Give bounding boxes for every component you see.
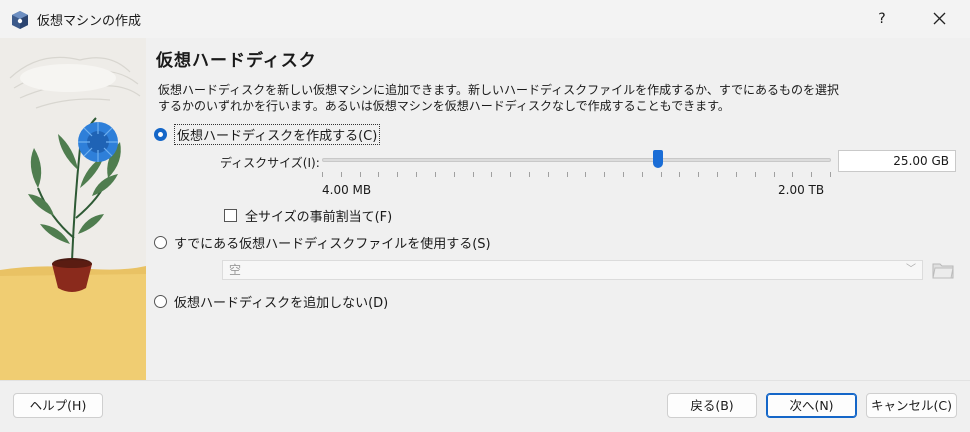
slider-tick <box>698 172 700 177</box>
slider-max-label: 2.00 TB <box>778 183 825 197</box>
slider-tick <box>397 172 399 177</box>
back-button[interactable]: 戻る(B) <box>667 393 757 418</box>
slider-tick <box>453 172 455 177</box>
close-icon <box>933 12 945 25</box>
slider-tick <box>735 172 737 177</box>
slider-tick <box>434 172 436 177</box>
radio-create-disk[interactable]: 仮想ハードディスクを作成する(C) <box>154 124 381 145</box>
radio-create-disk-label: 仮想ハードディスクを作成する(C) <box>174 124 381 145</box>
slider-tick <box>717 172 719 177</box>
chevron-down-icon: ﹀ <box>906 264 916 275</box>
preallocate-checkbox[interactable]: 全サイズの事前割当て(F) <box>224 206 392 225</box>
slider-tick <box>322 172 323 177</box>
slider-track <box>322 158 831 162</box>
radio-existing-disk[interactable]: すでにある仮想ハードディスクファイルを使用する(S) <box>154 233 491 252</box>
slider-tick <box>510 172 512 177</box>
wizard-illustration <box>0 38 146 380</box>
slider-thumb[interactable] <box>652 150 663 168</box>
radio-selected-indicator <box>154 128 167 141</box>
slider-tick <box>660 172 662 177</box>
title-bar: 仮想マシンの作成 ? <box>0 0 970 38</box>
slider-tick <box>547 172 549 177</box>
disk-size-slider[interactable] <box>322 148 831 178</box>
slider-tick <box>472 172 474 177</box>
existing-file-select[interactable]: 空 ﹀ <box>222 260 923 280</box>
radio-no-disk-label: 仮想ハードディスクを追加しない(D) <box>174 296 389 311</box>
window-title: 仮想マシンの作成 <box>37 14 142 29</box>
radio-existing-disk-label: すでにある仮想ハードディスクファイルを使用する(S) <box>174 237 491 252</box>
disk-size-input[interactable]: 25.00 GB <box>838 150 956 172</box>
checkbox-box <box>224 209 237 222</box>
slider-tick <box>604 172 606 177</box>
slider-tick <box>528 172 530 177</box>
disk-size-label: ディスクサイズ(I): <box>220 156 320 170</box>
slider-tick <box>811 172 813 177</box>
existing-file-value: 空 <box>229 263 242 277</box>
slider-tick <box>679 172 681 177</box>
slider-tick <box>585 172 587 177</box>
page-title: 仮想ハードディスク <box>156 51 317 71</box>
radio-indicator <box>154 295 167 308</box>
plant-illustration <box>0 38 146 380</box>
choose-file-button[interactable] <box>931 258 955 282</box>
slider-tick <box>623 172 625 177</box>
slider-tick <box>378 172 380 177</box>
slider-tick <box>340 172 342 177</box>
slider-tick <box>359 172 361 177</box>
help-button[interactable]: ヘルプ(H) <box>13 393 103 418</box>
slider-tick <box>754 172 756 177</box>
slider-tick <box>491 172 493 177</box>
help-title-button[interactable]: ? <box>870 6 894 32</box>
slider-tick <box>641 172 643 177</box>
virtualbox-icon <box>12 11 28 29</box>
slider-tick <box>792 172 794 177</box>
close-button[interactable] <box>926 6 952 32</box>
next-button[interactable]: 次へ(N) <box>766 393 857 418</box>
slider-tick <box>773 172 775 177</box>
cancel-button[interactable]: キャンセル(C) <box>866 393 957 418</box>
folder-icon <box>932 263 954 279</box>
radio-indicator <box>154 236 167 249</box>
button-bar: ヘルプ(H) 戻る(B) 次へ(N) キャンセル(C) <box>0 380 970 432</box>
slider-tick <box>566 172 568 177</box>
radio-no-disk[interactable]: 仮想ハードディスクを追加しない(D) <box>154 292 388 311</box>
slider-tick <box>416 172 418 177</box>
page-description: 仮想ハードディスクを新しい仮想マシンに追加できます。新しいハードディスクファイル… <box>158 83 840 113</box>
slider-ticks <box>322 172 831 178</box>
slider-tick <box>830 172 831 177</box>
preallocate-label: 全サイズの事前割当て(F) <box>245 210 393 225</box>
slider-min-label: 4.00 MB <box>322 183 372 197</box>
wizard-page: 仮想ハードディスク 仮想ハードディスクを新しい仮想マシンに追加できます。新しいハ… <box>146 38 970 380</box>
